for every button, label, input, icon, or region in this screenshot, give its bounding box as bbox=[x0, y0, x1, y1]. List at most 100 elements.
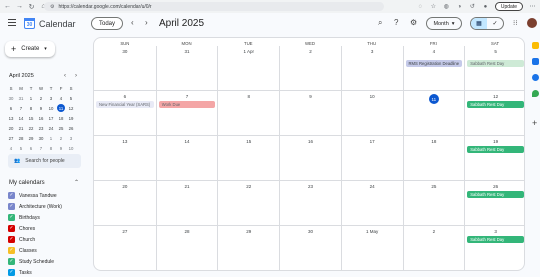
calendar-item[interactable]: ✓ Chores bbox=[8, 223, 62, 234]
day-cell[interactable]: 12 Sabbath Rest Day bbox=[464, 91, 524, 135]
day-number[interactable]: 20 bbox=[94, 184, 156, 189]
day-number[interactable]: 30 bbox=[94, 49, 156, 54]
mini-day[interactable]: 3 bbox=[46, 96, 56, 101]
tasks-view-icon[interactable]: ✓ bbox=[487, 18, 503, 29]
address-bar[interactable]: ⚙ https://calendar.google.com/calendar/u… bbox=[44, 2, 384, 11]
mini-day[interactable]: 7 bbox=[16, 106, 26, 111]
mini-day[interactable]: 4 bbox=[6, 146, 16, 151]
mini-day[interactable]: 18 bbox=[56, 116, 66, 121]
mini-day[interactable]: 4 bbox=[56, 96, 66, 101]
calendar-view-icon[interactable]: ▦ bbox=[471, 18, 487, 29]
chevron-up-icon[interactable]: ⌃ bbox=[74, 179, 79, 186]
day-cell[interactable]: 3 bbox=[340, 46, 403, 90]
day-number[interactable]: 1 Apr bbox=[218, 49, 279, 54]
my-calendars-heading[interactable]: My calendars bbox=[9, 180, 45, 186]
day-cell[interactable]: 28 bbox=[155, 226, 218, 270]
day-cell[interactable]: 3 Sabbath Rest Day bbox=[464, 226, 524, 270]
calendar-item[interactable]: ✓ Church bbox=[8, 234, 62, 245]
day-cell[interactable]: 8 bbox=[217, 91, 279, 135]
day-number[interactable]: 30 bbox=[280, 229, 341, 234]
day-cell[interactable]: 26 Sabbath Rest Day bbox=[464, 181, 524, 225]
event-chip[interactable]: RMS Registration Deadline bbox=[405, 60, 463, 67]
day-cell[interactable]: 18 bbox=[402, 136, 465, 180]
day-number[interactable]: 28 bbox=[157, 229, 218, 234]
day-cell[interactable]: 15 bbox=[217, 136, 279, 180]
help-icon[interactable]: ? bbox=[394, 18, 398, 27]
event-chip[interactable]: Work Due bbox=[158, 101, 216, 108]
calendar-item[interactable]: ✓ Vanessa Tandwe bbox=[8, 190, 62, 201]
mini-prev-icon[interactable]: ‹ bbox=[64, 73, 66, 79]
day-number[interactable]: 6 bbox=[94, 94, 156, 99]
extension-icon[interactable]: ◍ bbox=[443, 3, 450, 10]
apps-grid-icon[interactable]: ⁝⁝ bbox=[513, 20, 520, 27]
mini-day[interactable]: 30 bbox=[36, 136, 46, 141]
day-cell[interactable]: 10 bbox=[340, 91, 403, 135]
mini-day[interactable]: 21 bbox=[16, 126, 26, 131]
calendar-item[interactable]: ✓ Study Schedule bbox=[8, 256, 62, 267]
checkbox-icon[interactable]: ✓ bbox=[8, 236, 15, 243]
day-number[interactable]: 26 bbox=[465, 184, 524, 189]
checkbox-icon[interactable]: ✓ bbox=[8, 203, 15, 210]
site-info-icon[interactable]: ⚙ bbox=[50, 4, 54, 10]
day-number[interactable]: 25 bbox=[404, 184, 465, 189]
reload-icon[interactable]: ↻ bbox=[27, 2, 36, 11]
day-cell[interactable]: 9 bbox=[279, 91, 341, 135]
day-number[interactable]: 4 bbox=[404, 49, 465, 54]
event-chip[interactable]: Sabbath Rest Day bbox=[467, 236, 524, 243]
mini-day[interactable]: 14 bbox=[16, 116, 26, 121]
back-icon[interactable]: ← bbox=[3, 2, 12, 11]
day-cell[interactable]: 25 bbox=[402, 181, 465, 225]
profile-icon[interactable]: ● bbox=[482, 3, 489, 10]
day-cell[interactable]: 30 bbox=[279, 226, 341, 270]
forward-icon[interactable]: → bbox=[15, 2, 24, 11]
day-number[interactable]: 31 bbox=[157, 49, 218, 54]
mini-day[interactable]: 6 bbox=[26, 146, 36, 151]
search-people-input[interactable]: 👥 Search for people bbox=[8, 154, 81, 168]
day-number[interactable]: 22 bbox=[218, 184, 279, 189]
mini-day[interactable]: 29 bbox=[26, 136, 36, 141]
day-number[interactable]: 23 bbox=[280, 184, 341, 189]
calendar-item[interactable]: ✓ Birthdays bbox=[8, 212, 62, 223]
day-number[interactable]: 19 bbox=[465, 139, 524, 144]
mini-day[interactable]: 16 bbox=[36, 116, 46, 121]
checkbox-icon[interactable]: ✓ bbox=[8, 269, 15, 276]
day-number[interactable]: 7 bbox=[157, 94, 218, 99]
mini-day[interactable]: 20 bbox=[6, 126, 16, 131]
day-number[interactable]: 8 bbox=[218, 94, 279, 99]
day-number[interactable]: 10 bbox=[342, 94, 403, 99]
day-cell[interactable]: 4 RMS Registration Deadline bbox=[402, 46, 465, 90]
mini-day[interactable]: 13 bbox=[6, 116, 16, 121]
avatar[interactable] bbox=[527, 18, 537, 28]
mini-day[interactable]: 8 bbox=[46, 146, 56, 151]
mini-day[interactable]: 9 bbox=[56, 146, 66, 151]
contacts-icon[interactable] bbox=[532, 74, 539, 81]
mini-day[interactable]: 8 bbox=[26, 106, 36, 111]
day-number[interactable]: 11 bbox=[404, 94, 465, 104]
checkbox-icon[interactable]: ✓ bbox=[8, 225, 15, 232]
keep-icon[interactable] bbox=[532, 42, 539, 49]
event-chip[interactable]: Sabbath Rest Day bbox=[467, 60, 524, 67]
day-number[interactable]: 1 May bbox=[342, 229, 403, 234]
day-number[interactable]: 3 bbox=[465, 229, 524, 234]
bookmark-star-icon[interactable]: ☆ bbox=[430, 3, 437, 10]
day-cell[interactable]: 7 Work Due bbox=[155, 91, 218, 135]
mini-day[interactable]: 26 bbox=[66, 126, 76, 131]
add-addon-icon[interactable]: + bbox=[532, 119, 539, 128]
chevron-left-icon[interactable]: ‹ bbox=[131, 18, 134, 27]
mini-day[interactable]: 1 bbox=[46, 136, 56, 141]
mini-day[interactable]: 10 bbox=[46, 106, 56, 111]
mini-next-icon[interactable]: › bbox=[75, 73, 77, 79]
mini-day[interactable]: 22 bbox=[26, 126, 36, 131]
mini-day[interactable]: 10 bbox=[66, 146, 76, 151]
mini-day[interactable]: 2 bbox=[36, 96, 46, 101]
mini-day[interactable]: 6 bbox=[6, 106, 16, 111]
mini-day[interactable]: 28 bbox=[16, 136, 26, 141]
day-cell[interactable]: 11 bbox=[402, 91, 465, 135]
day-cell[interactable]: 19 Sabbath Rest Day bbox=[464, 136, 524, 180]
calendar-item[interactable]: ✓ Classes bbox=[8, 245, 62, 256]
day-number[interactable]: 29 bbox=[218, 229, 279, 234]
mini-day[interactable]: 23 bbox=[36, 126, 46, 131]
day-number[interactable]: 12 bbox=[465, 94, 524, 99]
create-button[interactable]: + Create ▾ bbox=[5, 41, 55, 57]
main-menu-icon[interactable] bbox=[8, 19, 16, 26]
